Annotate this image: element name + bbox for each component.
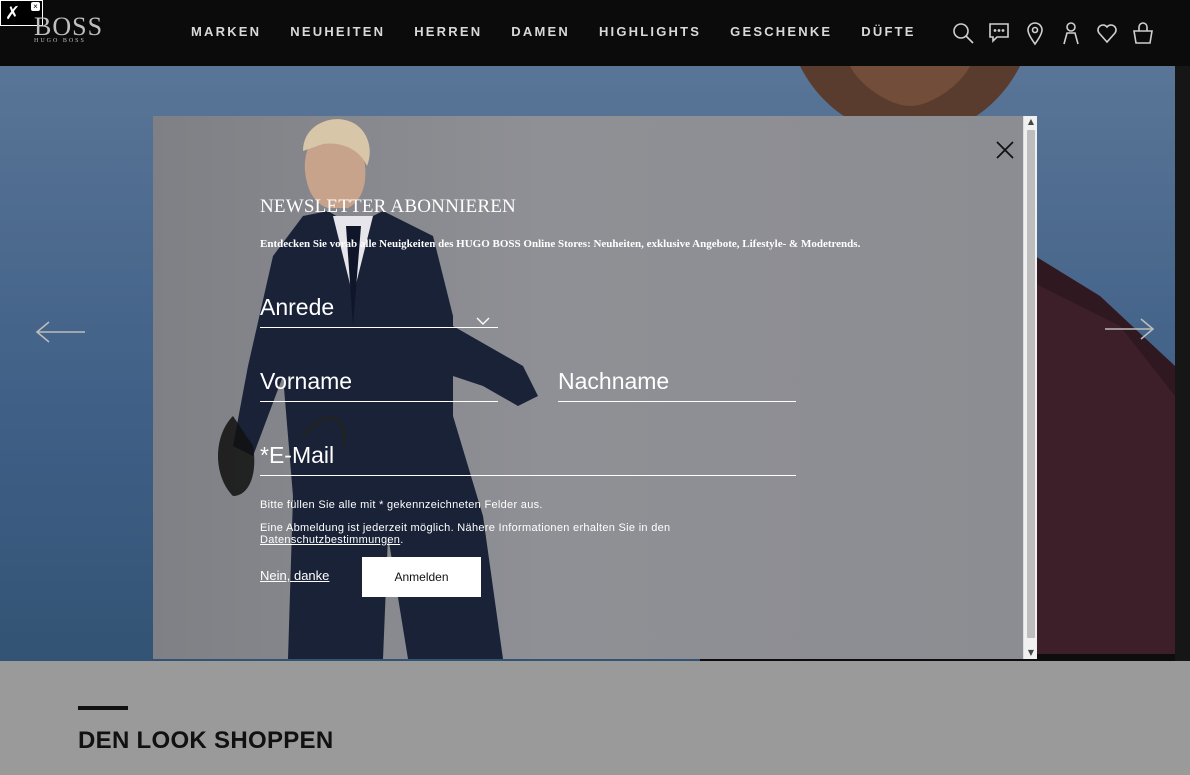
section-heading: DEN LOOK SHOPPEN bbox=[78, 727, 334, 754]
nachname-placeholder: Nachname bbox=[558, 368, 670, 394]
privacy-note: Eine Abmeldung ist jederzeit möglich. Nä… bbox=[260, 522, 670, 546]
nav-item-neuheiten[interactable]: NEUHEITEN bbox=[290, 24, 385, 39]
modal-title: NEWSLETTER ABONNIEREN bbox=[260, 196, 516, 217]
look-section: DEN LOOK SHOPPEN bbox=[0, 661, 1190, 775]
anrede-placeholder: Anrede bbox=[260, 294, 335, 320]
wrench-icon: ✗ bbox=[5, 3, 21, 24]
close-icon[interactable]: × bbox=[31, 2, 40, 11]
anrede-select[interactable]: Anrede bbox=[260, 284, 498, 328]
scroll-thumb[interactable] bbox=[1027, 130, 1035, 638]
subscribe-button[interactable]: Anmelden bbox=[362, 557, 481, 597]
chat-icon[interactable] bbox=[988, 20, 1010, 46]
account-icon[interactable] bbox=[1060, 20, 1082, 46]
scroll-down-icon[interactable]: ▼ bbox=[1024, 647, 1037, 659]
nav-item-duefte[interactable]: DÜFTE bbox=[861, 24, 915, 39]
chevron-down-icon bbox=[476, 305, 490, 325]
newsletter-modal: NEWSLETTER ABONNIEREN Entdecken Sie vora… bbox=[153, 116, 1037, 659]
nachname-field[interactable]: Nachname bbox=[558, 360, 796, 402]
location-icon[interactable] bbox=[1024, 20, 1046, 46]
scroll-up-icon[interactable]: ▲ bbox=[1024, 116, 1037, 128]
nav-item-marken[interactable]: MARKEN bbox=[191, 24, 261, 39]
logo[interactable]: BOSS HUGO BOSS bbox=[34, 12, 104, 45]
logo-main: BOSS bbox=[34, 12, 104, 41]
nav-item-geschenke[interactable]: GESCHENKE bbox=[730, 24, 832, 39]
modal-subtitle: Entdecken Sie vorab alle Neuigkeiten des… bbox=[260, 238, 861, 250]
wishlist-icon[interactable] bbox=[1096, 20, 1118, 46]
no-thanks-link[interactable]: Nein, danke bbox=[260, 568, 329, 583]
header-icons bbox=[952, 20, 1154, 46]
privacy-end: . bbox=[400, 534, 404, 546]
close-icon[interactable] bbox=[995, 140, 1015, 160]
bag-icon[interactable] bbox=[1132, 20, 1154, 46]
nav-item-damen[interactable]: DAMEN bbox=[511, 24, 570, 39]
modal-scrollbar[interactable]: ▲ ▼ bbox=[1023, 116, 1037, 659]
email-placeholder: *E-Mail bbox=[260, 442, 335, 468]
section-divider bbox=[78, 706, 128, 710]
site-header: ✗ × BOSS HUGO BOSS MARKEN NEUHEITEN HERR… bbox=[0, 0, 1190, 66]
privacy-link[interactable]: Datenschutzbestimmungen bbox=[260, 534, 400, 546]
email-field[interactable]: *E-Mail bbox=[260, 434, 796, 476]
nav-item-highlights[interactable]: HIGHLIGHTS bbox=[599, 24, 701, 39]
privacy-text: Eine Abmeldung ist jederzeit möglich. Nä… bbox=[260, 522, 671, 534]
nav-item-herren[interactable]: HERREN bbox=[414, 24, 482, 39]
required-note: Bitte füllen Sie alle mit * gekennzeichn… bbox=[260, 499, 543, 511]
main-nav: MARKEN NEUHEITEN HERREN DAMEN HIGHLIGHTS… bbox=[191, 24, 945, 39]
vorname-placeholder: Vorname bbox=[260, 368, 353, 394]
vorname-field[interactable]: Vorname bbox=[260, 360, 498, 402]
search-icon[interactable] bbox=[952, 20, 974, 46]
